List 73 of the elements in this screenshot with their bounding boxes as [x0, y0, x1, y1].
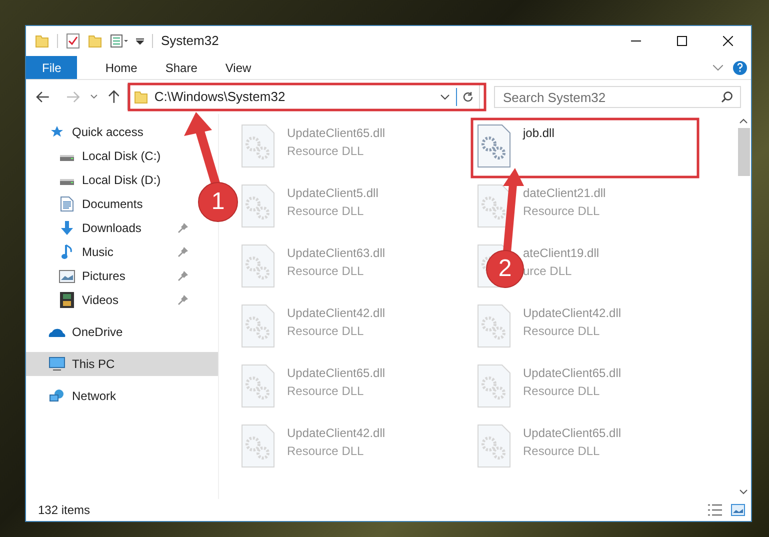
help-icon[interactable]	[733, 60, 747, 74]
file-type: Resource DLL	[287, 143, 365, 160]
pin-icon[interactable]	[178, 247, 188, 257]
nav-item[interactable]: Local Disk (C:)	[26, 144, 194, 168]
ribbon-tab[interactable]: View	[211, 56, 266, 79]
file-type: Resource DLL	[523, 323, 601, 340]
folder-icon	[134, 90, 148, 104]
ribbon-tab[interactable]: File	[26, 56, 78, 79]
details-view-icon[interactable]	[707, 503, 723, 517]
file-type: Resource DLL	[287, 383, 365, 400]
item-count: 132 items	[38, 502, 90, 519]
large-icons-view-icon[interactable]	[731, 504, 745, 516]
address-bar[interactable]: C:\Windows\System32	[127, 84, 480, 110]
gear-file-icon	[477, 124, 511, 168]
file-type: Resource DLL	[287, 203, 365, 220]
file-type: Resource DLL	[523, 383, 601, 400]
nav-item[interactable]: Local Disk (D:)	[26, 168, 194, 192]
file-name[interactable]: job.dll	[523, 124, 554, 142]
pin-icon[interactable]	[178, 295, 188, 305]
monitor-icon	[48, 357, 66, 371]
cloud-icon	[48, 326, 66, 338]
file-type: Resource DLL	[287, 263, 365, 280]
nav-item[interactable]: Pictures	[26, 264, 194, 288]
up-arrow-icon[interactable]	[108, 90, 120, 104]
nav-item[interactable]: Quick access	[26, 120, 150, 144]
nav-item[interactable]: This PC	[26, 352, 218, 376]
file-type: Resource DLL	[287, 323, 365, 340]
gear-file-icon	[477, 304, 511, 348]
scrollbar-thumb[interactable]	[738, 128, 750, 176]
nav-item[interactable]: Network	[26, 384, 122, 408]
gear-file-icon	[241, 304, 275, 348]
file-type: Resource DLL	[287, 443, 365, 460]
gear-file-icon	[241, 364, 275, 408]
nav-item[interactable]: Music	[26, 240, 194, 264]
ribbon-tab[interactable]: Home	[91, 56, 152, 79]
document-icon	[58, 196, 76, 212]
refresh-icon[interactable]	[462, 91, 474, 103]
gear-file-icon	[477, 184, 511, 228]
file-type: urce DLL	[523, 263, 573, 280]
film-icon	[58, 292, 76, 308]
gear-file-icon	[241, 424, 275, 468]
pin-icon[interactable]	[178, 271, 188, 281]
picture-icon	[58, 270, 76, 282]
expand-ribbon-icon[interactable]	[713, 64, 723, 70]
nav-item[interactable]: Documents	[26, 192, 194, 216]
address-path: C:\Windows\System32	[154, 89, 286, 105]
nav-item[interactable]: OneDrive	[26, 320, 129, 344]
properties-icon[interactable]	[110, 34, 130, 48]
window-title: System32	[161, 32, 219, 50]
file-type: Resource DLL	[523, 203, 601, 220]
nav-item[interactable]: Videos	[26, 288, 194, 312]
file-type: Resource DLL	[523, 443, 601, 460]
back-arrow-icon[interactable]	[36, 91, 50, 103]
scroll-up-icon[interactable]	[739, 118, 748, 124]
dropdown-icon[interactable]	[136, 37, 144, 45]
gear-file-icon	[477, 364, 511, 408]
maximize-icon[interactable]	[677, 36, 687, 46]
nav-item[interactable]: Downloads	[26, 216, 194, 240]
search-field[interactable]: Search System32	[494, 86, 741, 108]
recent-chevron-icon[interactable]	[90, 94, 98, 100]
search-icon[interactable]	[721, 91, 733, 103]
gear-file-icon	[241, 184, 275, 228]
ribbon-tab[interactable]: Share	[151, 56, 212, 79]
scroll-down-icon[interactable]	[739, 489, 748, 495]
checklist-icon[interactable]	[66, 33, 80, 49]
gear-file-icon	[241, 124, 275, 168]
gear-file-icon	[477, 424, 511, 468]
dropdown-chevron-icon[interactable]	[440, 94, 450, 100]
gear-file-icon	[241, 244, 275, 288]
down-arrow-icon	[58, 220, 76, 236]
network-icon	[48, 389, 66, 403]
pin-icon[interactable]	[178, 223, 188, 233]
close-icon[interactable]	[723, 36, 733, 46]
